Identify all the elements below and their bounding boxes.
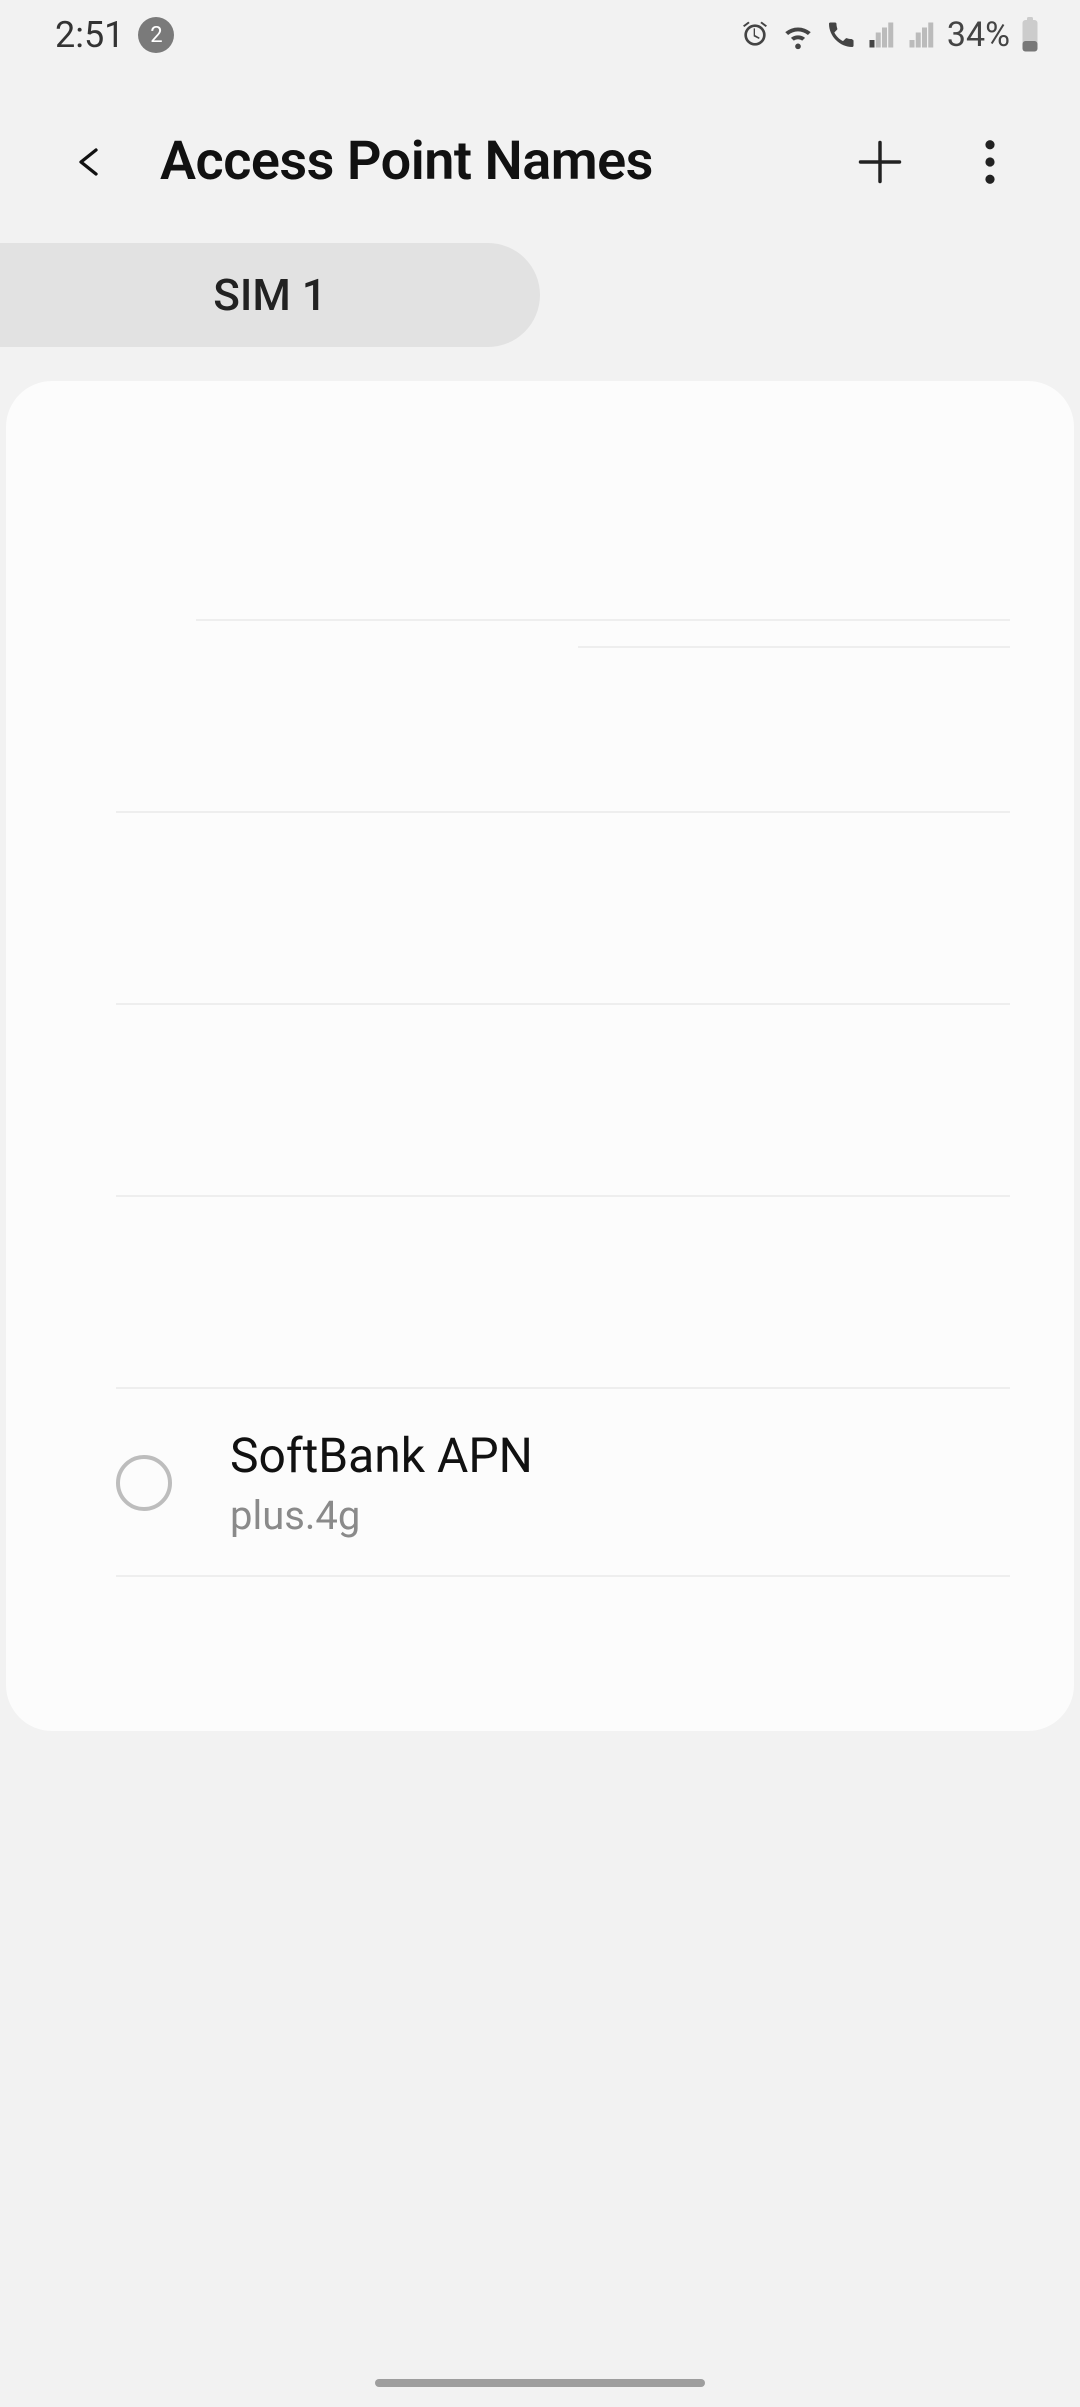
more-vertical-icon xyxy=(984,139,996,185)
status-left: 2:51 2 xyxy=(55,14,174,56)
app-header: Access Point Names xyxy=(0,70,1080,243)
apn-subtitle: plus.4g xyxy=(230,1492,1010,1539)
apn-name: SoftBank APN xyxy=(230,1427,1010,1484)
apn-item[interactable]: SoftBank APN plus.4g xyxy=(116,1387,1010,1577)
apn-texts xyxy=(116,841,1010,977)
page-title: Access Point Names xyxy=(160,130,810,193)
signal-1-icon xyxy=(867,20,897,50)
wifi-calling-icon xyxy=(825,19,857,51)
apn-texts xyxy=(196,459,1010,595)
apn-item[interactable] xyxy=(196,431,1010,621)
sim-tab[interactable]: SIM 1 xyxy=(0,243,540,347)
sim-tab-label: SIM 1 xyxy=(213,269,327,321)
notification-count-badge: 2 xyxy=(138,17,174,53)
apn-item[interactable] xyxy=(116,621,1010,811)
back-button[interactable] xyxy=(60,132,120,192)
status-right: 34% xyxy=(739,15,1040,55)
alarm-icon xyxy=(739,19,771,51)
wifi-icon xyxy=(781,18,815,52)
apn-item[interactable] xyxy=(116,1195,1010,1387)
status-bar: 2:51 2 34% xyxy=(0,0,1080,70)
battery-icon xyxy=(1020,17,1040,53)
plus-icon xyxy=(854,136,906,188)
apn-item[interactable] xyxy=(116,811,1010,1003)
apn-texts xyxy=(116,1225,1010,1361)
chevron-left-icon xyxy=(72,138,108,186)
divider-segment xyxy=(578,646,1010,648)
more-button[interactable] xyxy=(960,132,1020,192)
apn-item[interactable] xyxy=(116,1003,1010,1195)
status-time: 2:51 xyxy=(55,14,124,56)
battery-percentage: 34% xyxy=(947,15,1010,55)
add-button[interactable] xyxy=(850,132,910,192)
signal-2-icon xyxy=(907,20,937,50)
apn-texts xyxy=(116,1033,1010,1169)
home-indicator[interactable] xyxy=(375,2379,705,2387)
apn-texts: SoftBank APN plus.4g xyxy=(230,1427,1010,1539)
header-actions xyxy=(850,132,1020,192)
apn-list: SoftBank APN plus.4g xyxy=(6,431,1074,1577)
apn-card: SoftBank APN plus.4g xyxy=(6,381,1074,1731)
apn-radio[interactable] xyxy=(116,1455,172,1511)
apn-texts xyxy=(116,649,1010,785)
